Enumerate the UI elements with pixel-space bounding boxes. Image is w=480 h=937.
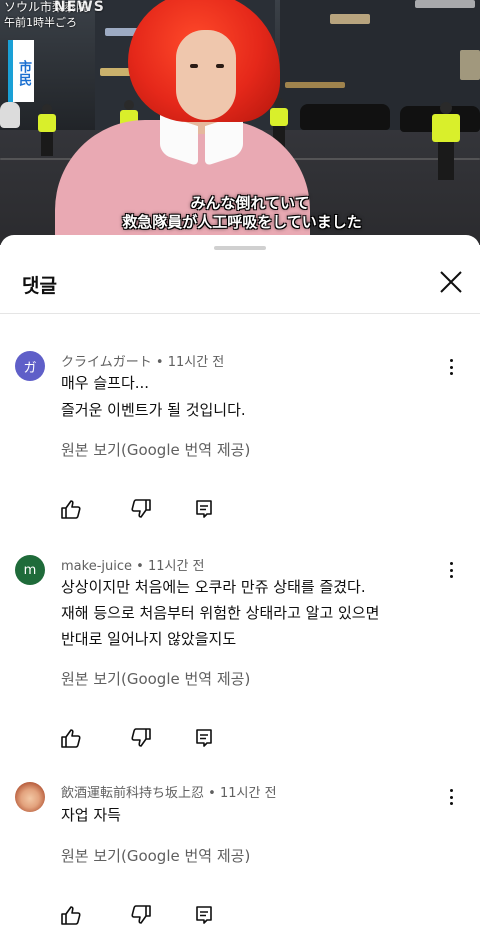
comments-sheet: 댓글 ガ クライムガート • 11시간 전 매우 슬프다... 즐거운 이벤트가… xyxy=(0,235,480,937)
time-tag: 午前1時半ごろ xyxy=(4,16,77,29)
comment-time: 11시간 전 xyxy=(219,786,277,801)
comment-text: 자업 자득 xyxy=(61,806,121,824)
comment-text: 반대로 일어나지 않았을지도 xyxy=(61,630,237,648)
comment-text: 재해 등으로 처음부터 위험한 상태라고 알고 있으면 xyxy=(61,604,380,622)
reply-button[interactable] xyxy=(193,727,215,749)
person-face xyxy=(176,30,236,120)
translate-link[interactable]: 원본 보기(Google 번역 제공) xyxy=(61,668,250,689)
sheet-title: 댓글 xyxy=(22,275,57,297)
sign-light xyxy=(285,82,345,88)
reply-icon xyxy=(196,906,212,924)
separator: • xyxy=(155,355,168,370)
sign-light xyxy=(100,68,132,76)
sign-light xyxy=(460,50,480,80)
comment-author[interactable]: make-juice xyxy=(61,559,132,574)
news-brand: NEWS xyxy=(54,0,105,15)
avatar[interactable]: ガ xyxy=(15,351,45,381)
comment-text: 매우 슬프다... xyxy=(61,374,150,392)
comment-meta: make-juice • 11시간 전 xyxy=(61,555,205,574)
comment-text: 상상이지만 처음에는 오쿠라 만쥬 상태를 즐겼다. xyxy=(61,578,366,596)
comment-meta: 飲酒運転前科持ち坂上忍 • 11시간 전 xyxy=(61,782,277,801)
video-player[interactable]: ソウル市梨泰院 NEWS 午前1時半ごろ 市民 みんな倒れていて 救急隊員が人工… xyxy=(0,0,480,245)
sign-light xyxy=(415,0,475,8)
like-icon xyxy=(61,729,81,748)
separator: • xyxy=(136,559,148,574)
police-officer xyxy=(38,104,56,156)
header-divider xyxy=(0,313,480,314)
translate-link[interactable]: 원본 보기(Google 번역 제공) xyxy=(61,439,250,460)
speaker-tag: 市民 xyxy=(8,40,34,102)
close-button[interactable] xyxy=(438,269,464,295)
like-icon xyxy=(61,500,81,519)
channel-tag: ソウル市梨泰院 NEWS xyxy=(4,0,104,14)
reply-button[interactable] xyxy=(193,904,215,926)
reply-button[interactable] xyxy=(193,498,215,520)
police-officer xyxy=(432,102,460,180)
close-icon xyxy=(440,271,462,293)
like-button[interactable] xyxy=(60,904,82,926)
dislike-icon xyxy=(131,728,151,747)
like-button[interactable] xyxy=(60,727,82,749)
comment-meta: クライムガート • 11시간 전 xyxy=(61,351,224,370)
eye xyxy=(190,64,198,68)
dislike-button[interactable] xyxy=(130,904,152,926)
separator: • xyxy=(208,786,220,801)
comment-time: 11시간 전 xyxy=(167,355,225,370)
more-options-button[interactable] xyxy=(444,357,458,377)
more-vert-icon xyxy=(449,789,453,792)
drag-handle[interactable] xyxy=(214,246,266,250)
car xyxy=(0,102,20,128)
like-icon xyxy=(61,906,81,925)
avatar[interactable]: m xyxy=(15,555,45,585)
comment-text: 즐거운 이벤트가 될 것입니다. xyxy=(61,401,246,419)
more-options-button[interactable] xyxy=(444,787,458,807)
reply-icon xyxy=(196,500,212,518)
translate-link[interactable]: 원본 보기(Google 번역 제공) xyxy=(61,845,250,866)
more-vert-icon xyxy=(449,562,453,565)
reply-icon xyxy=(196,729,212,747)
eye xyxy=(216,64,224,68)
avatar[interactable] xyxy=(15,782,45,812)
dislike-button[interactable] xyxy=(130,727,152,749)
car xyxy=(300,104,390,130)
dislike-icon xyxy=(131,499,151,518)
dislike-button[interactable] xyxy=(130,498,152,520)
comment-time: 11시간 전 xyxy=(147,559,205,574)
dislike-icon xyxy=(131,905,151,924)
sign-light xyxy=(330,14,370,24)
subtitle-line: 救急隊員が人工呼吸をしていました xyxy=(122,213,362,231)
comment-author[interactable]: 飲酒運転前科持ち坂上忍 xyxy=(61,786,204,801)
subtitle-line: みんな倒れていて xyxy=(190,194,310,212)
comment-author[interactable]: クライムガート xyxy=(61,355,152,370)
more-options-button[interactable] xyxy=(444,560,458,580)
more-vert-icon xyxy=(449,359,453,362)
like-button[interactable] xyxy=(60,498,82,520)
